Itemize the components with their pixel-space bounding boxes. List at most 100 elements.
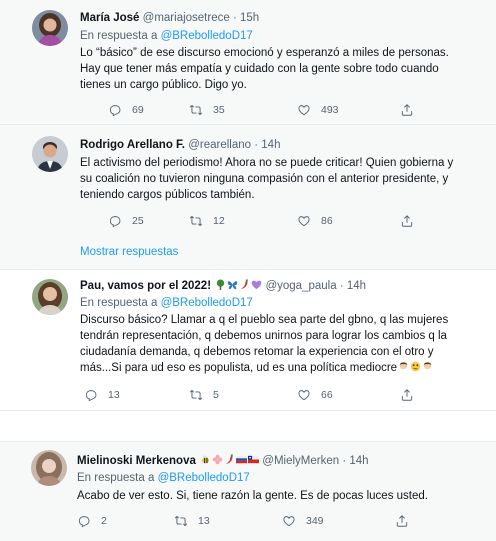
tweet-text: Lo “básico” de ese discurso emocionó y e…	[80, 45, 484, 93]
retweet-count: 35	[213, 104, 225, 116]
retweet-count: 5	[213, 389, 219, 401]
reply-prefix: En respuesta a	[77, 472, 155, 484]
display-name[interactable]: Rodrigo Arellano F.	[80, 139, 185, 151]
tweet-text-line: tienes un cargo público. Digo yo.	[80, 79, 247, 91]
reply-icon	[108, 103, 122, 117]
like-icon	[297, 103, 311, 117]
tweet-actions: 69 35 493	[80, 103, 476, 119]
timestamp[interactable]: 15h	[240, 12, 259, 24]
chili-icon	[224, 454, 235, 465]
rolling-eyes-icon	[410, 361, 421, 372]
reply-icon	[77, 514, 91, 528]
share-button[interactable]	[395, 514, 409, 528]
retweet-button[interactable]: 12	[189, 214, 225, 228]
tweet-text-line: Acabo de ver esto. Si, tiene razón la ge…	[77, 490, 428, 502]
like-button[interactable]: 66	[297, 388, 333, 402]
reply-button[interactable]: 69	[108, 103, 144, 117]
tweet-header: Pau, vamos por el 2022! @yoga_paula · 14…	[80, 279, 367, 292]
tweet-text-line: El activismo del periodismo! Ahora no se…	[80, 157, 454, 169]
reply-prefix: En respuesta a	[80, 297, 158, 309]
like-button[interactable]: 493	[297, 103, 339, 117]
like-count: 86	[321, 215, 333, 227]
tweet-actions: 13 5 66	[80, 388, 476, 404]
retweet-button[interactable]: 5	[189, 388, 219, 402]
like-icon	[282, 514, 296, 528]
mention-link[interactable]: @BRebolledoD17	[158, 472, 250, 484]
like-button[interactable]: 349	[282, 514, 324, 528]
retweet-count: 12	[213, 215, 225, 227]
user-handle[interactable]: @yoga_paula	[265, 280, 336, 292]
reply-context: En respuesta a @BRebolledoD17	[77, 471, 250, 486]
reply-button[interactable]: 2	[77, 514, 107, 528]
retweet-button[interactable]: 35	[189, 103, 225, 117]
butterfly-icon	[227, 279, 238, 290]
retweet-icon	[189, 103, 203, 117]
tweet-actions: 2 13 349	[77, 514, 476, 530]
timestamp[interactable]: 14h	[347, 280, 366, 292]
retweet-count: 13	[198, 515, 210, 527]
retweet-icon	[174, 514, 188, 528]
woman-facepalming-icon	[398, 361, 409, 372]
like-count: 493	[321, 104, 339, 116]
reply-icon	[108, 214, 122, 228]
reply-count: 13	[108, 389, 120, 401]
flag-russia-icon	[236, 454, 248, 465]
display-name[interactable]: Pau, vamos por el 2022!	[80, 280, 211, 292]
tweet-text-line: su coalición no tuvieron ninguna compasi…	[80, 173, 449, 185]
reply-button[interactable]: 13	[84, 388, 120, 402]
retweet-button[interactable]: 13	[174, 514, 210, 528]
reply-count: 2	[101, 515, 107, 527]
timestamp[interactable]: 14h	[261, 139, 280, 151]
retweet-icon	[189, 214, 203, 228]
mention-link[interactable]: @BRebolledoD17	[161, 30, 253, 42]
avatar[interactable]	[32, 279, 68, 315]
avatar[interactable]	[32, 10, 68, 46]
flag-chile-icon	[248, 454, 260, 465]
bee-icon	[200, 454, 211, 465]
share-icon	[400, 388, 414, 402]
user-handle[interactable]: @rearellano	[188, 139, 251, 151]
tweet-header: Rodrigo Arellano F. @rearellano · 14h	[80, 139, 281, 151]
like-count: 66	[321, 389, 333, 401]
tweet-actions: 25 12 86	[80, 214, 476, 230]
tweet-4[interactable]: Mielinoski Merkenova @MielyMerken · 14h …	[0, 441, 496, 541]
tweet-1[interactable]: María José @mariajosetrece · 15h En resp…	[0, 0, 496, 124]
user-handle[interactable]: @MielyMerken	[262, 455, 339, 467]
share-button[interactable]	[400, 388, 414, 402]
tree-icon	[215, 279, 226, 290]
like-icon	[297, 214, 311, 228]
share-button[interactable]	[400, 214, 414, 228]
share-icon	[395, 514, 409, 528]
tweet-text-line: Lo “básico” de ese discurso emocionó y e…	[80, 47, 449, 59]
blossom-icon	[212, 454, 223, 465]
woman-facepalming-icon	[422, 361, 433, 372]
share-icon	[400, 103, 414, 117]
mention-link[interactable]: @BRebolledoD17	[161, 297, 253, 309]
tweet-2[interactable]: Rodrigo Arellano F. @rearellano · 14h El…	[0, 125, 496, 237]
tweet-text-line: Hay que tener más empatía y cuidado con …	[80, 63, 439, 75]
timestamp[interactable]: 14h	[349, 455, 368, 467]
reply-count: 69	[132, 104, 144, 116]
reply-context: En respuesta a @BRebolledoD17	[80, 29, 253, 44]
tweet-text: Acabo de ver esto. Si, tiene razón la ge…	[77, 488, 484, 504]
tweet-text-line: tendrán representación, q debemos unirno…	[80, 330, 447, 342]
tweet-text-line: Discurso básico? Llamar a q el pueblo se…	[80, 314, 449, 326]
reply-button[interactable]: 25	[108, 214, 144, 228]
like-icon	[297, 388, 311, 402]
reply-count: 25	[132, 215, 144, 227]
show-replies-link[interactable]: Mostrar respuestas	[80, 246, 178, 258]
avatar[interactable]	[32, 136, 68, 172]
like-button[interactable]: 86	[297, 214, 333, 228]
share-button[interactable]	[400, 103, 414, 117]
display-name[interactable]: Mielinoski Merkenova	[77, 455, 196, 467]
chili-icon	[239, 279, 250, 290]
avatar[interactable]	[31, 450, 67, 486]
tweet-3[interactable]: Pau, vamos por el 2022! @yoga_paula · 14…	[0, 271, 496, 411]
reply-context: En respuesta a @BRebolledoD17	[80, 296, 253, 311]
tweet-text: El activismo del periodismo! Ahora no se…	[80, 155, 484, 203]
display-name[interactable]: María José	[80, 12, 139, 24]
share-icon	[400, 214, 414, 228]
user-handle[interactable]: @mariajosetrece	[143, 12, 230, 24]
show-replies-row[interactable]: Mostrar respuestas	[0, 237, 496, 270]
tweet-header: María José @mariajosetrece · 15h	[80, 12, 260, 24]
